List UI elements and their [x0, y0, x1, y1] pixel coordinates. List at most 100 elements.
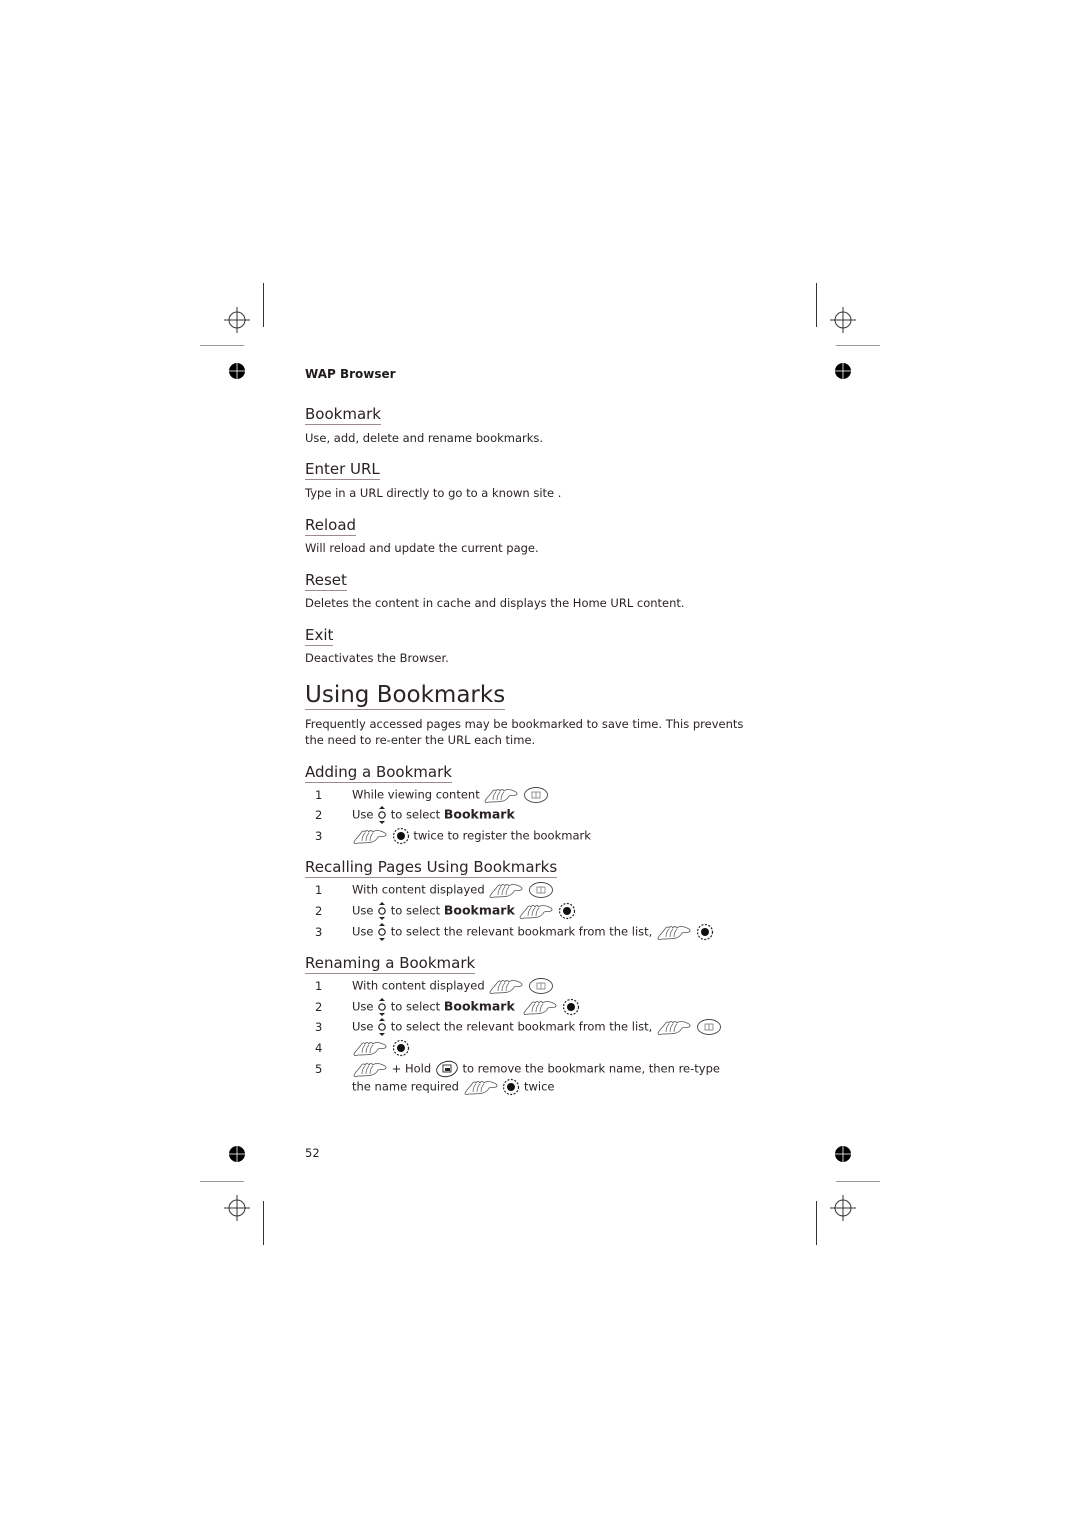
step-pre: Use [352, 999, 374, 1014]
ok-key-icon [696, 923, 714, 941]
navigation-key-icon [377, 806, 387, 824]
press-key-icon [488, 881, 524, 899]
registration-dot-icon [835, 1146, 851, 1162]
step-continuation: the name required twice [352, 1078, 554, 1096]
navigation-key-icon [377, 998, 387, 1016]
section-title: Using Bookmarks [305, 682, 506, 710]
step-pre: Use [352, 1019, 374, 1034]
press-key-icon [656, 1018, 692, 1036]
menu-item-title-reset: Reset [305, 571, 347, 591]
clear-key-icon [435, 1060, 459, 1078]
step-row: 2 Use to select Bookmark [305, 806, 515, 824]
step-text: With content displayed [352, 978, 485, 993]
step-number: 1 [315, 978, 323, 993]
step-text: With content displayed [352, 882, 485, 897]
ok-key-icon [392, 827, 410, 845]
step-number: 2 [315, 999, 323, 1014]
registration-dot-icon [229, 1146, 245, 1162]
step-row: 5 + Hold to remove the bookmark name, th… [305, 1060, 720, 1078]
step-number: 3 [315, 1019, 323, 1034]
step-number: 3 [315, 924, 323, 939]
press-key-icon [522, 998, 558, 1016]
step-row: 3 twice to register the bookmark [305, 827, 591, 845]
menu-item-title-exit: Exit [305, 626, 334, 646]
navigation-key-icon [377, 1018, 387, 1036]
subsection-title-adding: Adding a Bookmark [305, 763, 452, 783]
press-key-icon [352, 1060, 388, 1078]
step-row: 3 Use to select the relevant bookmark fro… [305, 1018, 722, 1036]
step-row: 1 While viewing content [305, 786, 549, 804]
step-plus-hold: + Hold [391, 1061, 432, 1076]
press-key-icon [463, 1078, 499, 1096]
crop-line [836, 345, 880, 346]
step-text: to select the relevant bookmark from the… [390, 1019, 653, 1034]
menu-item-desc-bookmark: Use, add, delete and rename bookmarks. [305, 431, 544, 445]
step-number: 2 [315, 807, 323, 822]
step-number: 5 [315, 1061, 323, 1076]
running-head: WAP Browser [305, 367, 396, 381]
step-row: 4 [305, 1039, 410, 1057]
press-key-icon [656, 923, 692, 941]
step-text: to select [390, 807, 441, 822]
crop-line [263, 1201, 264, 1245]
ok-key-icon [502, 1078, 520, 1096]
ok-key-icon [562, 998, 580, 1016]
step-row: 3 Use to select the relevant bookmark fro… [305, 923, 714, 941]
press-key-icon [352, 827, 388, 845]
crop-line [816, 283, 817, 327]
step-text: While viewing content [352, 787, 480, 802]
subsection-title-recalling: Recalling Pages Using Bookmarks [305, 858, 558, 878]
step-pre: Use [352, 903, 374, 918]
crop-line [816, 1201, 817, 1245]
step-number: 3 [315, 828, 323, 843]
navigation-key-icon [377, 902, 387, 920]
step-row: 1 With content displayed [305, 881, 554, 899]
press-key-icon [518, 902, 554, 920]
step-row: 2 Use to select Bookmark [305, 902, 576, 920]
step-cont-text: the name required [352, 1079, 459, 1094]
step-pre: Use [352, 807, 374, 822]
crop-line [263, 283, 264, 327]
step-text: to select the relevant bookmark from the… [390, 924, 653, 939]
step-row: 2 Use to select Bookmark [305, 998, 580, 1016]
menu-item-desc-reload: Will reload and update the current page. [305, 541, 539, 555]
bookmark-key-icon [523, 786, 549, 804]
step-text: to remove the bookmark name, then re-typ… [462, 1061, 720, 1076]
crop-line [200, 1181, 244, 1182]
step-row: 1 With content displayed [305, 977, 554, 995]
registration-mark-icon [224, 1195, 250, 1221]
step-bold-term: Bookmark [443, 998, 515, 1014]
crop-line [836, 1181, 880, 1182]
registration-mark-icon [830, 1195, 856, 1221]
subsection-title-renaming: Renaming a Bookmark [305, 954, 476, 974]
menu-item-title-reload: Reload [305, 516, 357, 536]
step-number: 2 [315, 903, 323, 918]
bookmark-key-icon [528, 977, 554, 995]
step-pre: Use [352, 924, 374, 939]
press-key-icon [488, 977, 524, 995]
step-text: to select [390, 903, 441, 918]
step-bold-term: Bookmark [443, 902, 515, 918]
registration-mark-icon [830, 307, 856, 333]
press-key-icon [483, 786, 519, 804]
menu-item-title-bookmark: Bookmark [305, 405, 381, 425]
menu-item-desc-reset: Deletes the content in cache and display… [305, 596, 685, 610]
menu-item-title-enter-url: Enter URL [305, 460, 380, 480]
navigation-key-icon [377, 923, 387, 941]
step-number: 4 [315, 1040, 323, 1055]
section-intro-line1: Frequently accessed pages may be bookmar… [305, 717, 744, 731]
menu-item-desc-enter-url: Type in a URL directly to go to a known … [305, 486, 562, 500]
registration-dot-icon [229, 363, 245, 379]
page-number: 52 [305, 1146, 320, 1160]
ok-key-icon [558, 902, 576, 920]
step-number: 1 [315, 787, 323, 802]
press-key-icon [352, 1039, 388, 1057]
step-number: 1 [315, 882, 323, 897]
crop-line [200, 345, 244, 346]
step-cont-suffix: twice [523, 1079, 555, 1094]
registration-dot-icon [835, 363, 851, 379]
bookmark-key-icon [528, 881, 554, 899]
registration-mark-icon [224, 307, 250, 333]
step-text: twice to register the bookmark [413, 828, 591, 843]
ok-key-icon [392, 1039, 410, 1057]
